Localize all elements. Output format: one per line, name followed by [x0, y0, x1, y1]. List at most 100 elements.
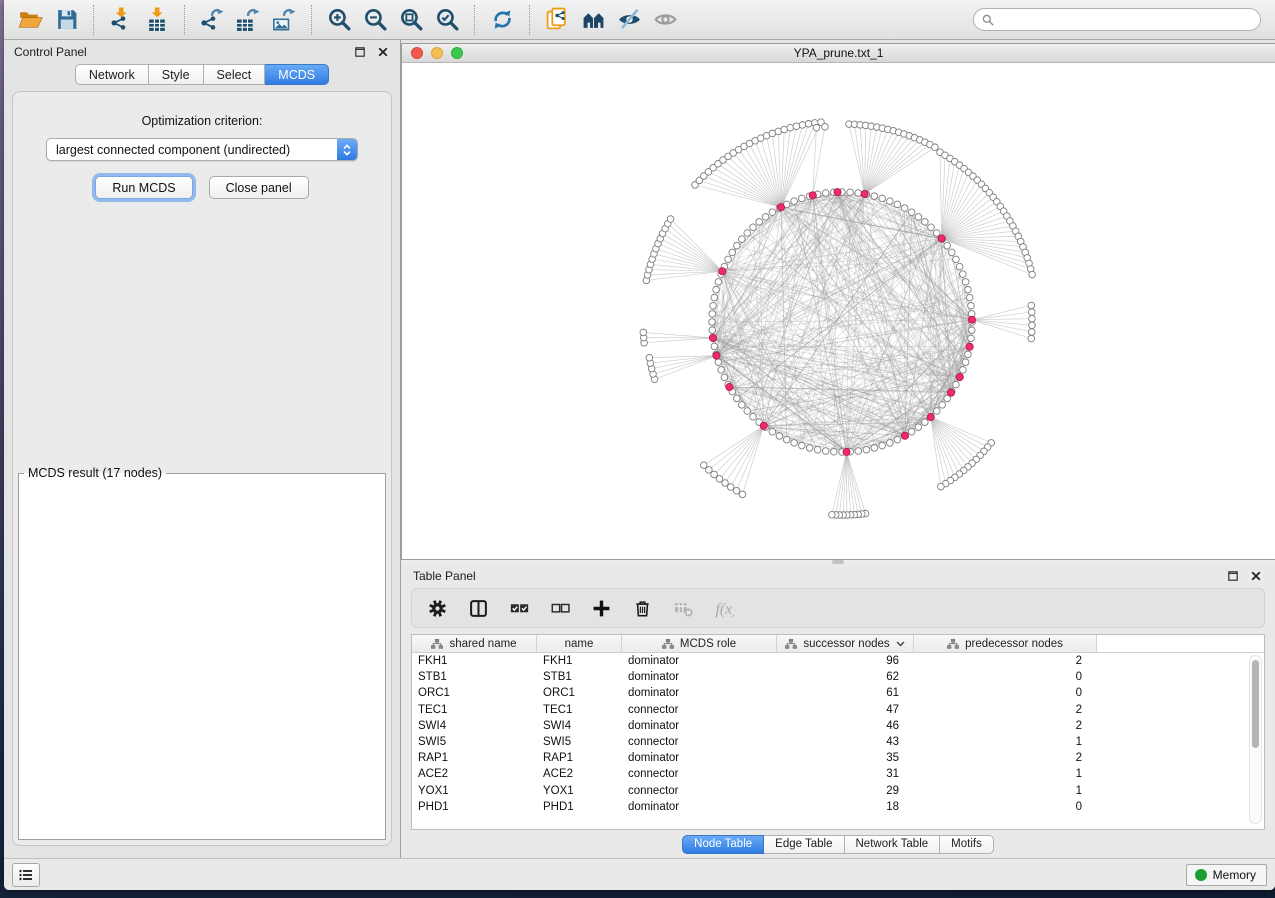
dropdown-stepper-icon: [337, 139, 357, 160]
deselect-all-icon[interactable]: [549, 597, 571, 619]
export-image-icon[interactable]: [266, 4, 302, 36]
maximize-window-icon[interactable]: [451, 47, 463, 59]
sort-desc-icon: [896, 641, 905, 647]
cell-successor-nodes: 46: [777, 718, 914, 734]
cell-successor-nodes: 29: [777, 783, 914, 799]
show-details-icon[interactable]: [647, 4, 683, 36]
network-window-titlebar[interactable]: YPA_prune.txt_1: [402, 44, 1275, 63]
cell-MCDS-role: dominator: [622, 750, 777, 766]
table-row[interactable]: SWI5SWI5connector431: [412, 734, 1264, 750]
search-box[interactable]: [973, 8, 1261, 31]
cell-shared-name: STB1: [412, 669, 537, 685]
add-icon[interactable]: [590, 597, 612, 619]
function-icon: f(x): [713, 597, 735, 619]
search-input[interactable]: [999, 12, 1252, 28]
cell-shared-name: RAP1: [412, 750, 537, 766]
mcds-result-title: MCDS result (17 nodes): [24, 466, 166, 480]
main-toolbar: [4, 0, 1275, 40]
float-table-panel-icon[interactable]: [1226, 569, 1240, 583]
cell-MCDS-role: connector: [622, 734, 777, 750]
zoom-selected-icon[interactable]: [429, 4, 465, 36]
cell-name: YOX1: [537, 783, 622, 799]
cell-predecessor-nodes: 1: [914, 766, 1097, 782]
close-panel-icon[interactable]: [376, 45, 390, 59]
criterion-dropdown[interactable]: largest connected component (undirected): [46, 138, 358, 161]
table-row[interactable]: RAP1RAP1dominator352: [412, 750, 1264, 766]
column-header-shared-name[interactable]: shared name: [412, 635, 537, 652]
columns-icon[interactable]: [467, 597, 489, 619]
cell-successor-nodes: 62: [777, 669, 914, 685]
mcds-panel: Optimization criterion: largest connecte…: [12, 91, 392, 846]
table-scrollbar[interactable]: [1249, 655, 1262, 824]
tab-style[interactable]: Style: [149, 64, 204, 85]
cell-name: SWI5: [537, 734, 622, 750]
cell-predecessor-nodes: 0: [914, 669, 1097, 685]
gear-icon[interactable]: [426, 597, 448, 619]
tree-icon: [947, 639, 959, 649]
cell-predecessor-nodes: 2: [914, 702, 1097, 718]
save-icon[interactable]: [48, 4, 84, 36]
open-file-icon[interactable]: [12, 4, 48, 36]
column-header-MCDS-role[interactable]: MCDS role: [622, 635, 777, 652]
cell-shared-name: PHD1: [412, 799, 537, 815]
table-row[interactable]: TEC1TEC1connector472: [412, 702, 1264, 718]
tab-select[interactable]: Select: [204, 64, 266, 85]
tab-edge-table[interactable]: Edge Table: [764, 835, 844, 854]
network-title: YPA_prune.txt_1: [794, 46, 884, 60]
table-row[interactable]: YOX1YOX1connector291: [412, 783, 1264, 799]
export-table-icon[interactable]: [230, 4, 266, 36]
table-row[interactable]: ACE2ACE2connector311: [412, 766, 1264, 782]
delete-icon[interactable]: [631, 597, 653, 619]
cell-successor-nodes: 61: [777, 685, 914, 701]
import-table-icon[interactable]: [139, 4, 175, 36]
tree-icon: [662, 639, 674, 649]
cell-name: SWI4: [537, 718, 622, 734]
memory-button[interactable]: Memory: [1186, 864, 1267, 886]
column-header-predecessor-nodes[interactable]: predecessor nodes: [914, 635, 1097, 652]
toolbar-separator: [184, 5, 185, 35]
close-window-icon[interactable]: [411, 47, 423, 59]
refresh-icon[interactable]: [484, 4, 520, 36]
table-row[interactable]: STB1STB1dominator620: [412, 669, 1264, 685]
svg-text:f(x): f(x): [715, 600, 733, 617]
column-header-name[interactable]: name: [537, 635, 622, 652]
toolbar-separator: [474, 5, 475, 35]
zoom-out-icon[interactable]: [357, 4, 393, 36]
close-table-panel-icon[interactable]: [1249, 569, 1263, 583]
cell-shared-name: SWI5: [412, 734, 537, 750]
tab-node-table[interactable]: Node Table: [682, 835, 764, 854]
zoom-fit-icon[interactable]: [393, 4, 429, 36]
hide-details-icon[interactable]: [611, 4, 647, 36]
tree-icon: [785, 639, 797, 649]
network-canvas[interactable]: [402, 63, 1275, 559]
select-all-icon[interactable]: [508, 597, 530, 619]
column-header-successor-nodes[interactable]: successor nodes: [777, 635, 914, 652]
cell-MCDS-role: connector: [622, 702, 777, 718]
tab-network-table[interactable]: Network Table: [845, 835, 941, 854]
table-row[interactable]: SWI4SWI4dominator462: [412, 718, 1264, 734]
table-row[interactable]: PHD1PHD1dominator180: [412, 799, 1264, 815]
horizontal-splitter[interactable]: [401, 560, 1275, 564]
cell-shared-name: YOX1: [412, 783, 537, 799]
table-tabbar: Node TableEdge TableNetwork TableMotifs: [682, 835, 994, 854]
minimize-window-icon[interactable]: [431, 47, 443, 59]
export-network-icon[interactable]: [194, 4, 230, 36]
table-row[interactable]: FKH1FKH1dominator962: [412, 653, 1264, 669]
close-panel-button[interactable]: Close panel: [209, 176, 309, 199]
table-body: FKH1FKH1dominator962STB1STB1dominator620…: [412, 653, 1264, 829]
tab-network[interactable]: Network: [75, 64, 149, 85]
table-row[interactable]: ORC1ORC1dominator610: [412, 685, 1264, 701]
float-panel-icon[interactable]: [353, 45, 367, 59]
cell-shared-name: TEC1: [412, 702, 537, 718]
tab-mcds[interactable]: MCDS: [265, 64, 329, 85]
run-mcds-button[interactable]: Run MCDS: [95, 176, 192, 199]
task-history-button[interactable]: [12, 863, 40, 887]
import-network-icon[interactable]: [103, 4, 139, 36]
find-icon[interactable]: [575, 4, 611, 36]
tab-motifs[interactable]: Motifs: [940, 835, 994, 854]
cell-successor-nodes: 35: [777, 750, 914, 766]
zoom-in-icon[interactable]: [321, 4, 357, 36]
share-document-icon[interactable]: [539, 4, 575, 36]
cell-successor-nodes: 96: [777, 653, 914, 669]
cell-MCDS-role: connector: [622, 783, 777, 799]
